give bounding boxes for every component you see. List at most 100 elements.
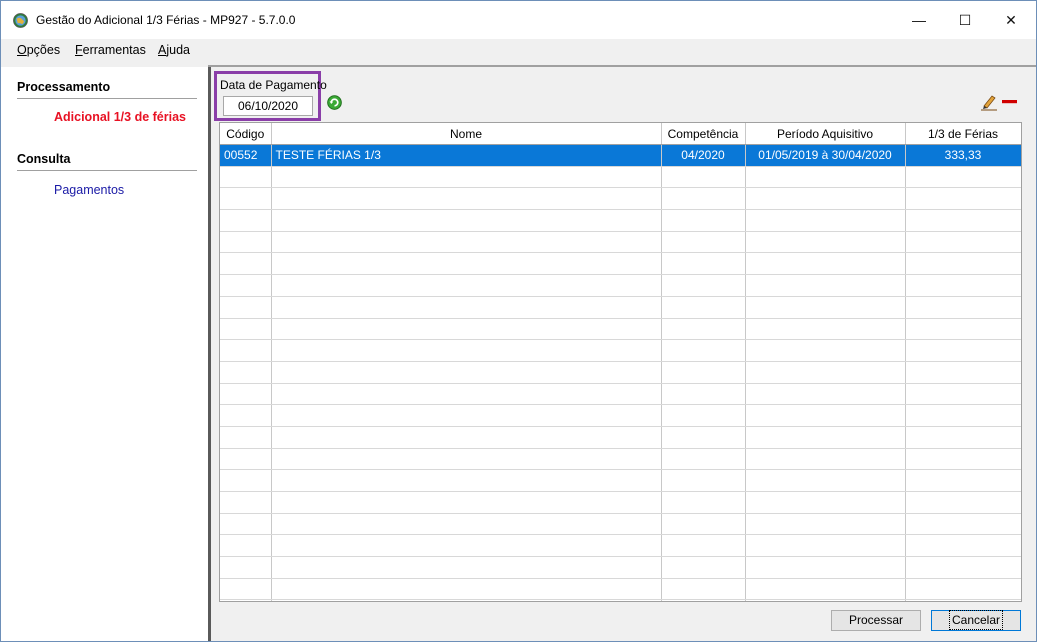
cell-empty: [745, 274, 906, 297]
cell-empty: [661, 231, 746, 254]
col-header-ferias[interactable]: 1/3 de Férias: [905, 123, 1021, 145]
cell-empty: [271, 513, 662, 536]
maximize-button[interactable]: ☐: [942, 1, 988, 39]
sidebar-item-pagamentos[interactable]: Pagamentos: [54, 183, 124, 197]
payment-date-input[interactable]: 06/10/2020: [223, 96, 313, 116]
cell-empty: [745, 599, 906, 601]
cell-empty: [661, 361, 746, 384]
cell-empty: [271, 599, 662, 601]
sidebar: Processamento Adicional 1/3 de férias Co…: [1, 67, 208, 641]
cell-empty: [745, 296, 906, 319]
cell-empty: [661, 469, 746, 492]
cell-empty: [220, 187, 272, 211]
col-header-nome[interactable]: Nome: [271, 123, 662, 145]
col-header-periodo[interactable]: Período Aquisitivo: [745, 123, 906, 145]
table-row[interactable]: 00552 TESTE FÉRIAS 1/3 04/2020 01/05/201…: [220, 144, 1021, 167]
cell-empty: [661, 556, 746, 579]
cell-empty: [745, 166, 906, 189]
cell-empty: [220, 513, 272, 536]
table-row-empty: [220, 209, 1021, 232]
cell-empty: [220, 252, 272, 276]
cell-empty: [271, 187, 662, 211]
cell-empty: [271, 339, 662, 362]
window-title: Gestão do Adicional 1/3 Férias - MP927 -…: [36, 13, 296, 27]
cell-empty: [271, 426, 662, 449]
cell-empty: [745, 534, 906, 558]
cell-empty: [905, 404, 1021, 427]
cell-empty: [905, 599, 1021, 601]
payments-table: Código Nome Competência Período Aquisiti…: [220, 123, 1021, 601]
cell-empty: [905, 534, 1021, 558]
table-row-empty: [220, 404, 1021, 427]
cell-empty: [220, 318, 272, 341]
cell-empty: [220, 404, 272, 427]
section-title-processamento: Processamento: [17, 80, 111, 94]
cell-empty: [905, 209, 1021, 232]
cell-empty: [271, 318, 662, 341]
cell-empty: [745, 426, 906, 449]
grid-tools: [981, 95, 1017, 111]
cell-empty: [905, 296, 1021, 319]
menu-ajuda[interactable]: Ajuda: [158, 43, 190, 57]
cell-empty: [905, 252, 1021, 276]
cell-empty: [271, 252, 662, 276]
edit-pencil-icon[interactable]: [981, 95, 997, 111]
cell-empty: [905, 166, 1021, 189]
cell-empty: [661, 513, 746, 536]
cell-empty: [905, 274, 1021, 297]
cell-empty: [271, 274, 662, 297]
minimize-button[interactable]: —: [896, 1, 942, 39]
cell-ferias: 333,33: [905, 144, 1021, 167]
cell-empty: [661, 383, 746, 406]
process-button[interactable]: Processar: [831, 610, 921, 631]
table-row-empty: [220, 513, 1021, 536]
sidebar-item-adicional-ferias[interactable]: Adicional 1/3 de férias: [54, 110, 186, 124]
menu-ferramentas-accel: F: [75, 43, 83, 57]
cell-empty: [271, 231, 662, 254]
cell-empty: [745, 252, 906, 276]
main-window: Gestão do Adicional 1/3 Férias - MP927 -…: [0, 0, 1037, 642]
cell-empty: [745, 383, 906, 406]
menu-opcoes-accel: O: [17, 43, 27, 57]
cancel-button[interactable]: Cancelar: [931, 610, 1021, 631]
cell-empty: [220, 339, 272, 362]
section-divider: [17, 98, 197, 99]
refresh-icon[interactable]: [327, 95, 342, 110]
cell-empty: [661, 166, 746, 189]
payments-grid: Código Nome Competência Período Aquisiti…: [219, 122, 1022, 602]
cell-empty: [220, 296, 272, 319]
cell-empty: [220, 383, 272, 406]
cell-empty: [905, 513, 1021, 536]
cell-empty: [220, 361, 272, 384]
menu-ferramentas[interactable]: Ferramentas: [75, 43, 146, 57]
cell-empty: [661, 404, 746, 427]
payment-date-group: Data de Pagamento 06/10/2020: [214, 71, 327, 121]
col-header-competencia[interactable]: Competência: [661, 123, 746, 145]
cell-empty: [905, 231, 1021, 254]
remove-minus-icon[interactable]: [1002, 100, 1017, 104]
cell-empty: [905, 491, 1021, 514]
content-panel: Data de Pagamento 06/10/2020 Código Nome…: [211, 67, 1036, 641]
table-row-empty: [220, 426, 1021, 449]
table-row-empty: [220, 187, 1021, 211]
cell-empty: [220, 578, 272, 601]
menu-opcoes[interactable]: Opções: [17, 43, 60, 57]
cell-empty: [905, 187, 1021, 211]
table-row-empty: [220, 383, 1021, 406]
cell-empty: [905, 578, 1021, 601]
cell-empty: [745, 187, 906, 211]
cell-empty: [661, 448, 746, 471]
cell-empty: [745, 404, 906, 427]
cell-empty: [661, 209, 746, 232]
cell-empty: [220, 599, 272, 601]
cell-empty: [661, 599, 746, 601]
cell-empty: [745, 578, 906, 601]
app-globe-icon: [13, 13, 28, 28]
cell-empty: [661, 296, 746, 319]
col-header-codigo[interactable]: Código: [220, 123, 272, 145]
cell-empty: [745, 513, 906, 536]
cell-empty: [905, 426, 1021, 449]
table-row-empty: [220, 339, 1021, 362]
close-button[interactable]: ✕: [988, 1, 1034, 39]
cell-empty: [661, 534, 746, 558]
